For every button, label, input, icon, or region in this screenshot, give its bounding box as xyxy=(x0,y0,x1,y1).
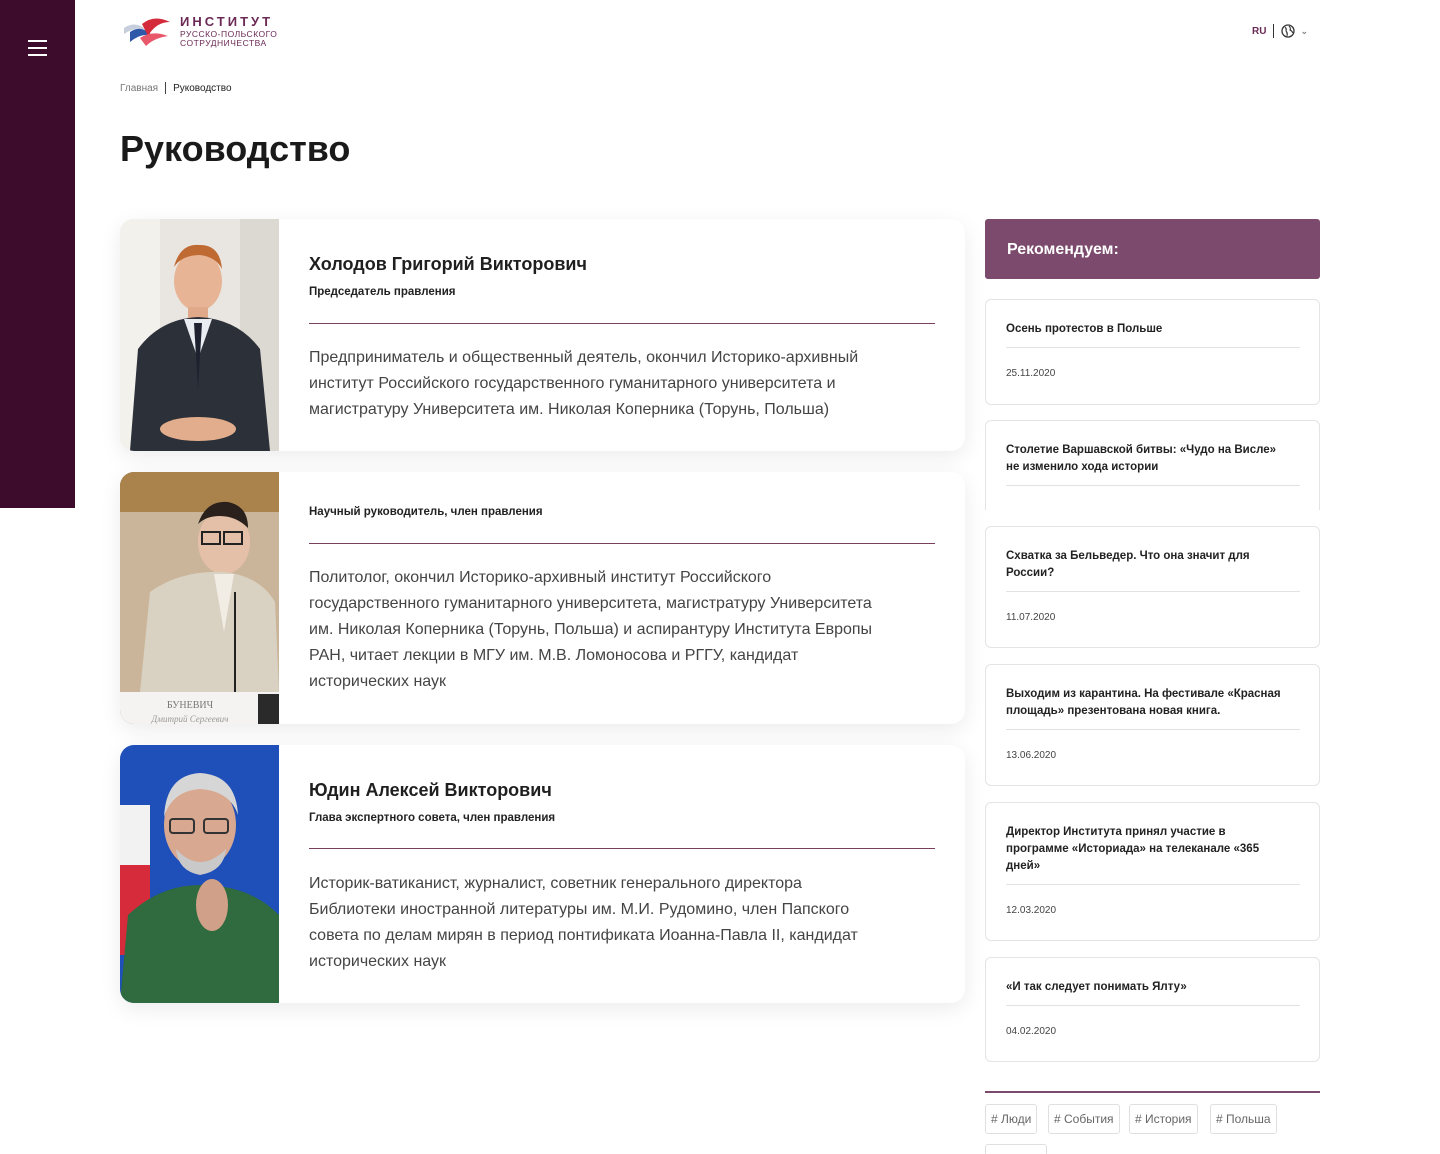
divider xyxy=(1006,591,1300,592)
breadcrumb: Главная Руководство xyxy=(120,82,232,94)
tags-divider xyxy=(985,1091,1320,1093)
photo-caption-subname: Дмитрий Сергеевич xyxy=(151,714,229,724)
recommend-title[interactable]: «И так следует понимать Ялту» xyxy=(1006,979,1301,996)
divider xyxy=(309,848,935,849)
divider xyxy=(1006,485,1300,486)
side-panel xyxy=(0,0,75,508)
logo-subtitle-1: РУССКО-ПОЛЬСКОГО xyxy=(180,28,278,39)
recommend-title[interactable]: Директор Института принял участие в прог… xyxy=(1006,824,1301,875)
description-line: магистратуру Университета им. Николая Ко… xyxy=(309,401,830,418)
description-line: Библиотеки иностранной литературы им. М.… xyxy=(309,901,850,918)
divider xyxy=(309,543,935,544)
description-line: РАН, читает лекции в МГУ им. М.В. Ломоно… xyxy=(309,647,799,664)
tag-history[interactable]: # История xyxy=(1129,1104,1198,1134)
person-description: Политолог, окончил Историко-архивный инс… xyxy=(309,565,935,695)
person-description: Историк-ватиканист, журналист, советник … xyxy=(309,871,935,975)
page-title: Руководство xyxy=(120,128,351,169)
logo-title: ИНСТИТУТ xyxy=(180,13,274,29)
globe-icon[interactable] xyxy=(1281,24,1296,38)
site-logo[interactable]: ИНСТИТУТ РУССКО-ПОЛЬСКОГО СОТРУДНИЧЕСТВА xyxy=(122,14,277,48)
divider xyxy=(1006,729,1300,730)
breadcrumb-current: Руководство xyxy=(173,82,232,94)
recommend-date: 11.07.2020 xyxy=(1006,612,1056,623)
description-line: совета по делам мирян в период понтифика… xyxy=(309,927,858,944)
description-line: Политолог, окончил Историко-архивный инс… xyxy=(309,569,772,586)
recommend-date: 12.03.2020 xyxy=(1006,905,1057,916)
breadcrumb-divider xyxy=(165,82,167,94)
divider xyxy=(1006,1005,1300,1006)
tag-partial[interactable] xyxy=(985,1144,1047,1154)
recommend-item[interactable]: Директор Института принял участие в прог… xyxy=(985,802,1320,941)
description-line: им. Николая Коперника (Торунь, Польша) и… xyxy=(309,621,873,638)
person-name: Холодов Григорий Викторович xyxy=(309,254,587,274)
description-line: государственного гуманитарного университ… xyxy=(309,595,872,612)
photo-caption-name: БУНЕВИЧ xyxy=(167,700,214,711)
breadcrumb-home[interactable]: Главная xyxy=(120,83,158,94)
divider xyxy=(1006,884,1300,885)
divider xyxy=(1006,347,1300,348)
recommend-heading: Рекомендуем: xyxy=(985,219,1320,279)
divider xyxy=(309,323,935,324)
recommend-title[interactable]: Схватка за Бельведер. Что она значит для… xyxy=(1006,548,1301,582)
description-line: исторических наук xyxy=(309,953,446,970)
description-line: Предприниматель и общественный деятель, … xyxy=(309,349,859,366)
person-role: Председатель правления xyxy=(309,286,456,298)
recommend-item[interactable]: Выходим из карантина. На фестивале «Крас… xyxy=(985,664,1320,786)
person-description: Предприниматель и общественный деятель, … xyxy=(309,345,935,423)
tag-poland[interactable]: # Польша xyxy=(1210,1104,1277,1134)
lang-divider xyxy=(1273,24,1275,38)
person-photo: БУНЕВИЧ Дмитрий Сергеевич xyxy=(120,472,279,724)
person-card: Холодов Григорий Викторович Председатель… xyxy=(120,219,965,451)
tag-events[interactable]: # События xyxy=(1048,1104,1120,1134)
recommend-item[interactable]: Столетие Варшавской битвы: «Чудо на Висл… xyxy=(985,420,1320,510)
chevron-down-icon[interactable]: ⌄ xyxy=(1300,26,1308,37)
recommend-date: 04.02.2020 xyxy=(1006,1026,1057,1037)
person-card: Юдин Алексей Викторович Глава экспертног… xyxy=(120,745,965,1003)
person-role: Глава экспертного совета, член правления xyxy=(309,812,556,824)
person-photo xyxy=(120,219,279,451)
recommend-title[interactable]: Осень протестов в Польше xyxy=(1006,321,1301,338)
hamburger-menu-icon[interactable] xyxy=(28,40,47,56)
language-switcher[interactable]: RU ⌄ xyxy=(1252,24,1308,38)
person-name: Юдин Алексей Викторович xyxy=(309,780,552,800)
logo-emblem-icon xyxy=(122,14,174,48)
recommend-title[interactable]: Столетие Варшавской битвы: «Чудо на Висл… xyxy=(1006,442,1301,476)
recommend-item[interactable]: «И так следует понимать Ялту» 04.02.2020 xyxy=(985,957,1320,1062)
recommend-date: 13.06.2020 xyxy=(1006,750,1057,761)
current-language[interactable]: RU xyxy=(1252,26,1266,37)
description-line: Историк-ватиканист, журналист, советник … xyxy=(309,875,802,892)
description-line: институт Российского государственного гу… xyxy=(309,375,836,392)
recommend-item[interactable]: Схватка за Бельведер. Что она значит для… xyxy=(985,526,1320,648)
recommend-title[interactable]: Выходим из карантина. На фестивале «Крас… xyxy=(1006,686,1301,720)
recommend-item[interactable]: Осень протестов в Польше 25.11.2020 xyxy=(985,299,1320,405)
person-role: Научный руководитель, член правления xyxy=(309,506,543,518)
logo-subtitle-2: СОТРУДНИЧЕСТВА xyxy=(180,38,267,48)
recommend-date: 25.11.2020 xyxy=(1006,368,1056,379)
person-photo xyxy=(120,745,279,1003)
description-line: исторических наук xyxy=(309,673,446,690)
tag-people[interactable]: # Люди xyxy=(985,1104,1038,1134)
person-card: БУНЕВИЧ Дмитрий Сергеевич Научный руково… xyxy=(120,472,965,724)
